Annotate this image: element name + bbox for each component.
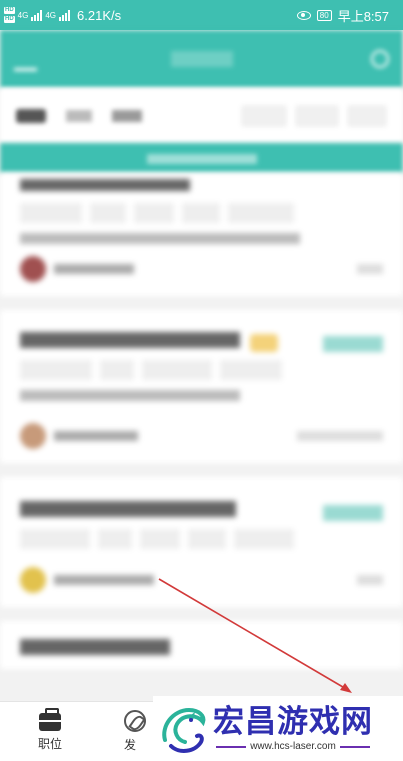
job-tag [100,360,134,380]
filter-dropdown[interactable] [347,104,387,127]
nav-label: 职位 [37,737,62,751]
job-tag [134,203,174,223]
status-left: HD HD 4G 4G 6.21K/s [4,6,121,24]
battery-icon: 80 [316,9,332,21]
job-tags [20,203,383,223]
filter-bar [0,88,403,143]
signal-icon [31,9,43,21]
nav-item-post[interactable]: 发 [100,702,150,761]
header-tab[interactable] [170,51,234,67]
filter-chip[interactable] [112,109,142,122]
job-meta [20,256,383,282]
hd-badge: HD [4,16,15,23]
job-meta [20,423,383,449]
job-tag [20,529,90,549]
filter-dropdown[interactable] [295,104,339,127]
avatar [20,567,46,593]
avatar [20,423,46,449]
job-card[interactable] [0,621,403,669]
nav-label: 发 [124,738,137,752]
watermark-text: 宏昌游戏网 www.hcs-laser.com [213,705,373,752]
divider [216,745,247,748]
salary-placeholder [323,505,383,521]
job-title-placeholder [20,179,190,191]
filter-chip[interactable] [66,109,92,122]
job-tag [188,529,226,549]
filter-chip[interactable] [16,108,46,123]
network-speed: 6.21K/s [77,7,122,23]
status-right: 80 早上8:57 [296,6,389,25]
job-title-placeholder [20,332,240,348]
filter-dropdown[interactable] [241,104,287,127]
job-tags [20,529,383,549]
job-tag [20,203,82,223]
network-type: 4G [17,10,29,20]
job-tag [140,529,180,549]
eye-icon [296,10,311,20]
header-tab[interactable] [61,51,147,67]
job-tag [90,203,126,223]
network-type: 4G [45,10,57,20]
briefcase-icon [39,708,61,731]
job-meta [20,567,383,593]
hd-badges: HD HD [4,6,15,24]
meta-right [357,264,383,274]
avatar [20,256,46,282]
company-placeholder [54,264,134,274]
watermark-url: www.hcs-laser.com [250,741,336,752]
divider [339,745,370,748]
job-tag [220,360,282,380]
dragon-logo-icon [162,707,206,753]
job-tag [234,529,294,549]
status-bar: HD HD 4G 4G 6.21K/s 80 早上8:57 [0,0,403,30]
job-tag [228,203,294,223]
job-tag [20,360,92,380]
hd-badge: HD [4,7,15,14]
salary-placeholder [323,336,383,352]
job-desc [20,390,240,401]
hot-icon [250,334,278,352]
clock: 早上8:57 [337,8,389,24]
company-placeholder [54,575,154,585]
job-tag [98,529,132,549]
header-tab[interactable] [14,48,38,71]
job-card[interactable] [0,477,403,607]
job-title-placeholder [20,501,236,517]
app-header [0,30,403,88]
compose-icon [124,710,146,732]
notice-bar [0,143,403,173]
job-tags [20,360,383,380]
job-desc [20,233,300,244]
job-tag [182,203,220,223]
job-card[interactable] [0,310,403,463]
search-icon[interactable] [371,50,389,68]
meta-right [357,575,383,585]
watermark-title: 宏昌游戏网 [213,704,373,740]
watermark-url-row: www.hcs-laser.com [216,741,370,752]
job-list [0,173,403,683]
job-title-placeholder [20,639,170,655]
watermark: 宏昌游戏网 www.hcs-laser.com [153,696,403,761]
job-card[interactable] [0,173,403,296]
meta-right [297,431,383,441]
nav-item-jobs[interactable]: 职位 [0,702,100,761]
company-placeholder [54,431,138,441]
job-tag [142,360,212,380]
signal-icon [59,9,71,21]
